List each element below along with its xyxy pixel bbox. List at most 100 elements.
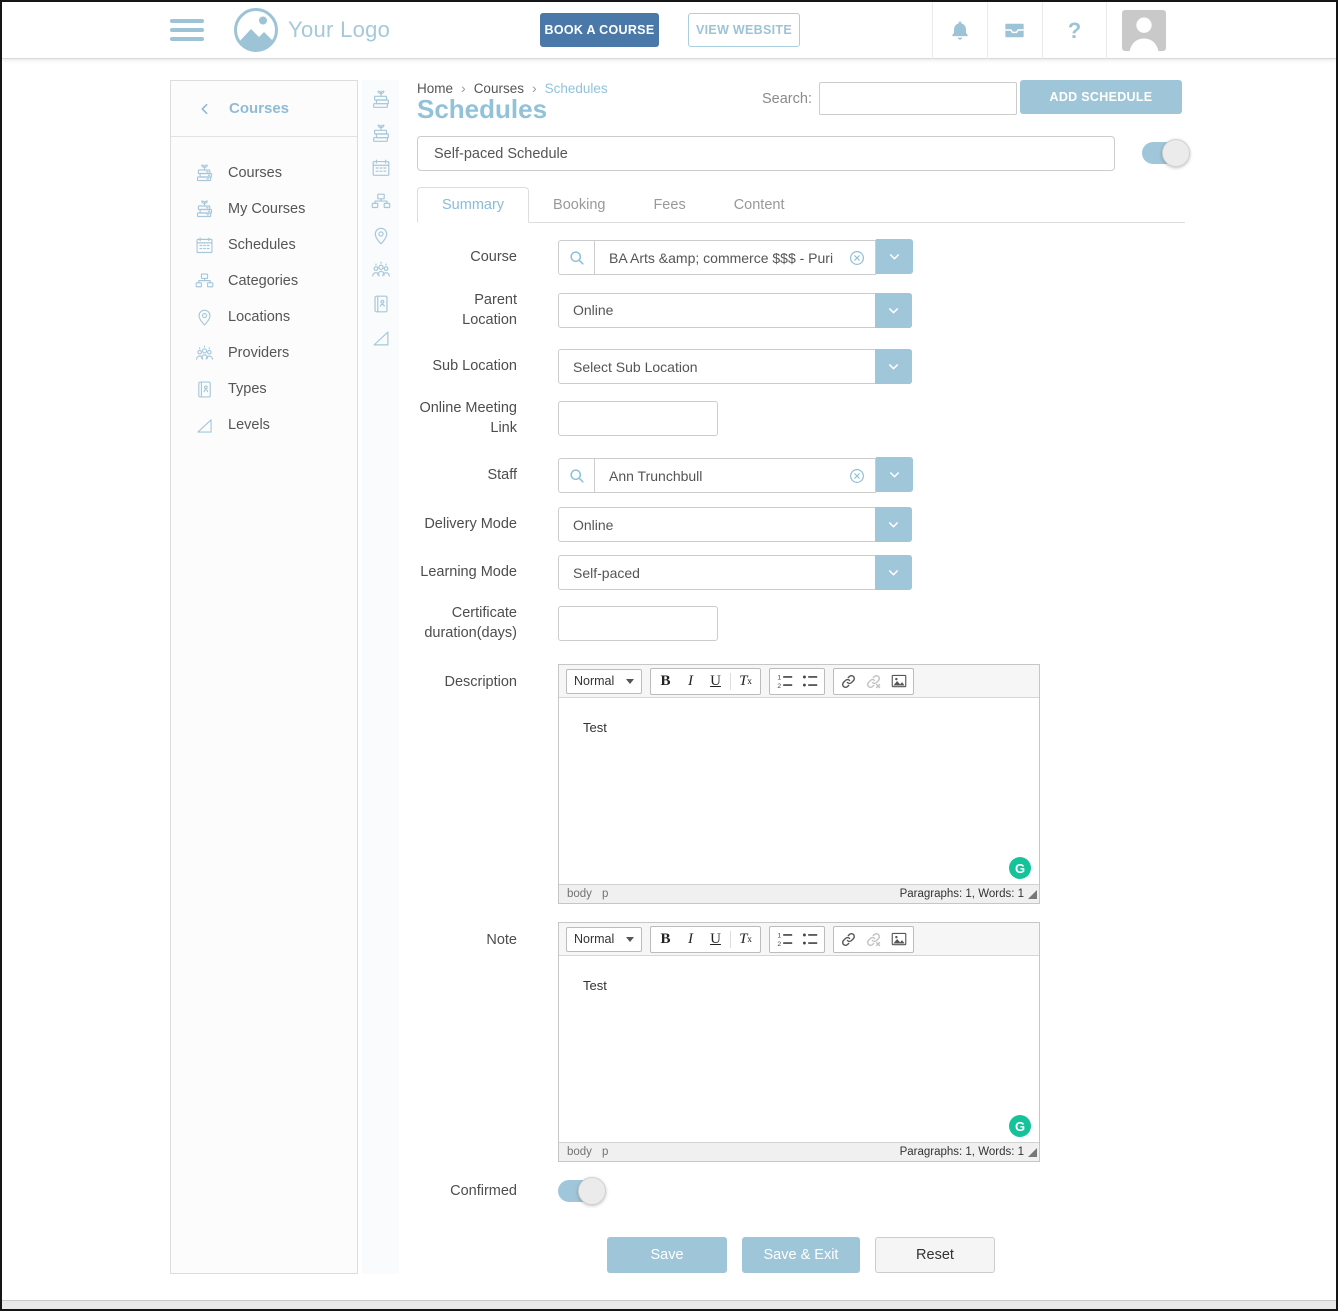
avatar[interactable] <box>1122 10 1166 51</box>
grammarly-icon[interactable]: G <box>1009 1115 1031 1137</box>
rail-book-icon[interactable] <box>370 293 392 315</box>
view-website-button[interactable]: VIEW WEBSITE <box>688 13 800 47</box>
parent-location-row: Parent Location Online <box>417 290 912 331</box>
tab-summary[interactable]: Summary <box>417 187 529 223</box>
resize-handle[interactable] <box>1028 1148 1037 1157</box>
numbered-list-button[interactable]: 12 <box>772 927 797 952</box>
remove-format-button[interactable]: Tx <box>733 669 758 694</box>
courses-icon <box>194 163 215 184</box>
clear-selection-icon[interactable] <box>848 249 866 267</box>
sub-location-value: Select Sub Location <box>559 359 875 375</box>
delivery-mode-dropdown-button[interactable] <box>875 507 912 542</box>
format-select[interactable]: Normal <box>566 669 642 694</box>
rail-courses-icon[interactable] <box>370 89 392 111</box>
sidebar-item-types[interactable]: Types <box>171 371 357 407</box>
image-button[interactable] <box>886 669 911 694</box>
course-search-button[interactable] <box>558 240 595 275</box>
link-button[interactable] <box>836 927 861 952</box>
notifications-bell-icon[interactable] <box>946 17 973 44</box>
sidebar-item-courses[interactable]: Courses <box>171 155 357 191</box>
italic-button[interactable]: I <box>678 927 703 952</box>
grammarly-icon[interactable]: G <box>1009 857 1031 879</box>
description-editor: Normal B I U Tx 12 <box>558 664 1040 904</box>
search-input[interactable] <box>819 82 1017 115</box>
resize-handle[interactable] <box>1028 890 1037 899</box>
book-a-course-button[interactable]: BOOK A COURSE <box>540 13 659 47</box>
certificate-duration-row: Certificate duration(days) <box>417 603 718 644</box>
course-dropdown-button[interactable] <box>876 239 913 274</box>
sub-location-select[interactable]: Select Sub Location <box>558 349 912 384</box>
parent-location-label: Parent Location <box>417 290 517 331</box>
underline-button[interactable]: U <box>703 927 728 952</box>
sidebar-item-locations[interactable]: Locations <box>171 299 357 335</box>
unlink-button[interactable] <box>861 669 886 694</box>
schedule-name-input[interactable] <box>417 136 1115 171</box>
sidebar-item-label: Locations <box>228 309 290 325</box>
rail-map-pin-icon[interactable] <box>370 225 392 247</box>
bullet-list-button[interactable] <box>797 669 822 694</box>
parent-location-select[interactable]: Online <box>558 293 912 328</box>
staff-dropdown-button[interactable] <box>876 457 913 492</box>
underline-button[interactable]: U <box>703 669 728 694</box>
bold-button[interactable]: B <box>653 669 678 694</box>
image-button[interactable] <box>886 927 911 952</box>
remove-format-button[interactable]: Tx <box>733 927 758 952</box>
note-content[interactable]: Test <box>559 956 1039 1142</box>
sidebar-item-my-courses[interactable]: My Courses <box>171 191 357 227</box>
sidebar-back-header[interactable]: Courses <box>171 81 357 137</box>
save-and-exit-button[interactable]: Save & Exit <box>742 1237 860 1273</box>
insert-group <box>833 668 914 695</box>
help-icon[interactable]: ? <box>1061 17 1088 44</box>
delivery-mode-select[interactable]: Online <box>558 507 912 542</box>
path-p[interactable]: p <box>602 888 608 900</box>
learning-mode-select[interactable]: Self-paced <box>558 555 912 590</box>
sidebar-item-categories[interactable]: Categories <box>171 263 357 299</box>
sidebar-title: Courses <box>229 100 289 117</box>
unlink-button[interactable] <box>861 927 886 952</box>
learning-mode-dropdown-button[interactable] <box>875 555 912 590</box>
chevron-down-icon <box>886 517 901 532</box>
sidebar-item-levels[interactable]: Levels <box>171 407 357 443</box>
certificate-duration-input[interactable] <box>558 606 718 641</box>
schedule-active-toggle[interactable] <box>1142 142 1184 164</box>
link-button[interactable] <box>836 669 861 694</box>
numbered-list-button[interactable]: 12 <box>772 669 797 694</box>
rail-people-icon[interactable] <box>370 259 392 281</box>
main-content: Home › Courses › Schedules Schedules Sea… <box>417 80 1185 1290</box>
parent-location-dropdown-button[interactable] <box>875 293 912 328</box>
tab-booking[interactable]: Booking <box>529 187 629 223</box>
path-body[interactable]: body <box>567 1146 592 1158</box>
sidebar-item-schedules[interactable]: Schedules <box>171 227 357 263</box>
logo-image-icon <box>233 7 279 53</box>
save-button[interactable]: Save <box>607 1237 727 1273</box>
rail-hierarchy-icon[interactable] <box>370 191 392 213</box>
bullet-list-button[interactable] <box>797 927 822 952</box>
path-p[interactable]: p <box>602 1146 608 1158</box>
italic-button[interactable]: I <box>678 669 703 694</box>
tab-content[interactable]: Content <box>710 187 809 223</box>
rail-my-courses-icon[interactable] <box>370 123 392 145</box>
menu-toggle-icon[interactable] <box>170 19 204 46</box>
svg-text:1: 1 <box>777 933 781 940</box>
add-schedule-button[interactable]: ADD SCHEDULE <box>1020 80 1182 114</box>
clear-selection-icon[interactable] <box>848 467 866 485</box>
confirmed-label: Confirmed <box>417 1181 517 1201</box>
course-value-box[interactable]: BA Arts &amp; commerce $$$ - Puri <box>595 240 876 275</box>
rail-triangle-icon[interactable] <box>370 327 392 349</box>
staff-search-button[interactable] <box>558 458 595 493</box>
sidebar-item-providers[interactable]: Providers <box>171 335 357 371</box>
confirmed-toggle[interactable] <box>558 1180 600 1202</box>
tab-fees[interactable]: Fees <box>629 187 709 223</box>
description-content[interactable]: Test <box>559 698 1039 884</box>
staff-value-box[interactable]: Ann Trunchbull <box>595 458 876 493</box>
reset-button[interactable]: Reset <box>875 1237 995 1273</box>
bottom-scroll-strip[interactable] <box>2 1300 1336 1309</box>
inbox-icon[interactable] <box>1001 17 1028 44</box>
text-style-group: B I U Tx <box>650 926 761 953</box>
sub-location-dropdown-button[interactable] <box>875 349 912 384</box>
online-meeting-link-input[interactable] <box>558 401 718 436</box>
format-select[interactable]: Normal <box>566 927 642 952</box>
path-body[interactable]: body <box>567 888 592 900</box>
rail-calendar-icon[interactable] <box>370 157 392 179</box>
bold-button[interactable]: B <box>653 927 678 952</box>
